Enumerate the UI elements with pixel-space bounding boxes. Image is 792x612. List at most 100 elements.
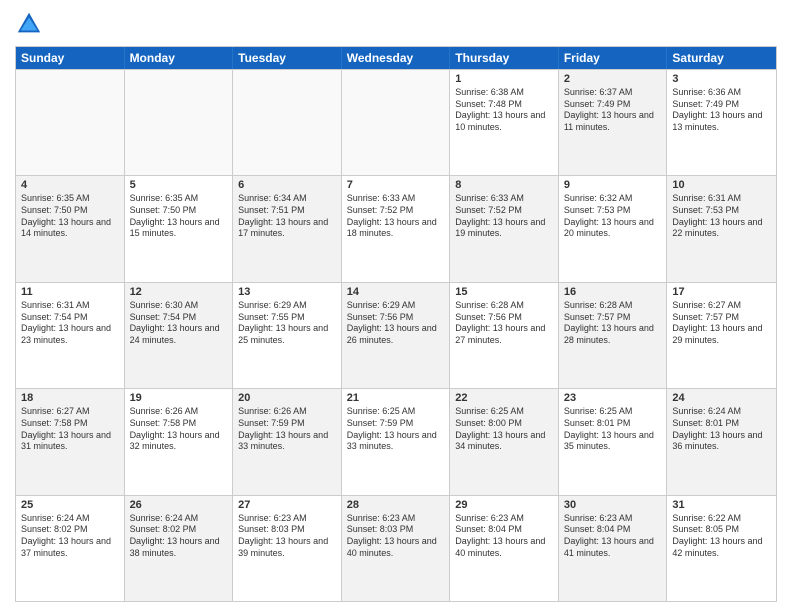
calendar-cell: 29 Sunrise: 6:23 AMSunset: 8:04 PMDayligh… [450,496,559,601]
calendar-cell: 6 Sunrise: 6:34 AMSunset: 7:51 PMDaylight… [233,176,342,281]
calendar-cell: 24 Sunrise: 6:24 AMSunset: 8:01 PMDayligh… [667,389,776,494]
calendar-cell: 19 Sunrise: 6:26 AMSunset: 7:58 PMDayligh… [125,389,234,494]
day-number: 17 [672,286,771,298]
weekday-header-friday: Friday [559,47,668,69]
cell-info: Sunrise: 6:36 AMSunset: 7:49 PMDaylight:… [672,87,771,134]
calendar-cell: 23 Sunrise: 6:25 AMSunset: 8:01 PMDayligh… [559,389,668,494]
day-number: 23 [564,392,662,404]
calendar-cell [233,70,342,175]
day-number: 12 [130,286,228,298]
cell-info: Sunrise: 6:31 AMSunset: 7:53 PMDaylight:… [672,193,771,240]
day-number: 19 [130,392,228,404]
weekday-header-wednesday: Wednesday [342,47,451,69]
calendar-cell: 18 Sunrise: 6:27 AMSunset: 7:58 PMDayligh… [16,389,125,494]
page: SundayMondayTuesdayWednesdayThursdayFrid… [0,0,792,612]
cell-info: Sunrise: 6:23 AMSunset: 8:04 PMDaylight:… [455,513,553,560]
day-number: 27 [238,499,336,511]
calendar-cell: 5 Sunrise: 6:35 AMSunset: 7:50 PMDaylight… [125,176,234,281]
calendar-cell [16,70,125,175]
day-number: 14 [347,286,445,298]
day-number: 29 [455,499,553,511]
weekday-header-tuesday: Tuesday [233,47,342,69]
cell-info: Sunrise: 6:27 AMSunset: 7:58 PMDaylight:… [21,406,119,453]
calendar-cell: 31 Sunrise: 6:22 AMSunset: 8:05 PMDayligh… [667,496,776,601]
day-number: 15 [455,286,553,298]
logo-icon [15,10,43,38]
day-number: 26 [130,499,228,511]
weekday-header-monday: Monday [125,47,234,69]
cell-info: Sunrise: 6:30 AMSunset: 7:54 PMDaylight:… [130,300,228,347]
day-number: 25 [21,499,119,511]
calendar-cell: 30 Sunrise: 6:23 AMSunset: 8:04 PMDayligh… [559,496,668,601]
cell-info: Sunrise: 6:28 AMSunset: 7:57 PMDaylight:… [564,300,662,347]
cell-info: Sunrise: 6:26 AMSunset: 7:58 PMDaylight:… [130,406,228,453]
day-number: 24 [672,392,771,404]
calendar-header: SundayMondayTuesdayWednesdayThursdayFrid… [16,47,776,69]
day-number: 16 [564,286,662,298]
day-number: 5 [130,179,228,191]
calendar-cell: 8Sunrise: 6:33 AMSunset: 7:52 PMDaylight… [450,176,559,281]
day-number: 22 [455,392,553,404]
calendar-cell: 13Sunrise: 6:29 AMSunset: 7:55 PMDayligh… [233,283,342,388]
cell-info: Sunrise: 6:23 AMSunset: 8:03 PMDaylight:… [238,513,336,560]
calendar-cell: 3 Sunrise: 6:36 AMSunset: 7:49 PMDaylight… [667,70,776,175]
day-number: 30 [564,499,662,511]
calendar-cell: 22 Sunrise: 6:25 AMSunset: 8:00 PMDayligh… [450,389,559,494]
day-number: 1 [455,73,553,85]
calendar-cell: 27 Sunrise: 6:23 AMSunset: 8:03 PMDayligh… [233,496,342,601]
cell-info: Sunrise: 6:25 AMSunset: 7:59 PMDaylight:… [347,406,445,453]
day-number: 10 [672,179,771,191]
cell-info: Sunrise: 6:23 AMSunset: 8:03 PMDaylight:… [347,513,445,560]
cell-info: Sunrise: 6:32 AMSunset: 7:53 PMDaylight:… [564,193,662,240]
calendar-body: 1 Sunrise: 6:38 AMSunset: 7:48 PMDaylight… [16,69,776,601]
cell-info: Sunrise: 6:35 AMSunset: 7:50 PMDaylight:… [130,193,228,240]
day-number: 28 [347,499,445,511]
calendar-cell: 15Sunrise: 6:28 AMSunset: 7:56 PMDayligh… [450,283,559,388]
logo [15,10,47,38]
cell-info: Sunrise: 6:29 AMSunset: 7:55 PMDaylight:… [238,300,336,347]
calendar-cell [125,70,234,175]
cell-info: Sunrise: 6:25 AMSunset: 8:00 PMDaylight:… [455,406,553,453]
cell-info: Sunrise: 6:26 AMSunset: 7:59 PMDaylight:… [238,406,336,453]
cell-info: Sunrise: 6:38 AMSunset: 7:48 PMDaylight:… [455,87,553,134]
day-number: 18 [21,392,119,404]
calendar: SundayMondayTuesdayWednesdayThursdayFrid… [15,46,777,602]
calendar-row-3: 18 Sunrise: 6:27 AMSunset: 7:58 PMDayligh… [16,388,776,494]
day-number: 4 [21,179,119,191]
calendar-cell: 7Sunrise: 6:33 AMSunset: 7:52 PMDaylight… [342,176,451,281]
cell-info: Sunrise: 6:22 AMSunset: 8:05 PMDaylight:… [672,513,771,560]
cell-info: Sunrise: 6:24 AMSunset: 8:02 PMDaylight:… [130,513,228,560]
calendar-cell: 25 Sunrise: 6:24 AMSunset: 8:02 PMDayligh… [16,496,125,601]
calendar-cell: 28 Sunrise: 6:23 AMSunset: 8:03 PMDayligh… [342,496,451,601]
calendar-cell: 17Sunrise: 6:27 AMSunset: 7:57 PMDayligh… [667,283,776,388]
calendar-cell: 20 Sunrise: 6:26 AMSunset: 7:59 PMDayligh… [233,389,342,494]
calendar-cell: 12 Sunrise: 6:30 AMSunset: 7:54 PMDayligh… [125,283,234,388]
day-number: 31 [672,499,771,511]
weekday-header-thursday: Thursday [450,47,559,69]
calendar-row-0: 1 Sunrise: 6:38 AMSunset: 7:48 PMDaylight… [16,69,776,175]
cell-info: Sunrise: 6:33 AMSunset: 7:52 PMDaylight:… [455,193,553,240]
day-number: 11 [21,286,119,298]
day-number: 3 [672,73,771,85]
cell-info: Sunrise: 6:34 AMSunset: 7:51 PMDaylight:… [238,193,336,240]
day-number: 21 [347,392,445,404]
cell-info: Sunrise: 6:37 AMSunset: 7:49 PMDaylight:… [564,87,662,134]
cell-info: Sunrise: 6:24 AMSunset: 8:01 PMDaylight:… [672,406,771,453]
day-number: 9 [564,179,662,191]
day-number: 2 [564,73,662,85]
calendar-cell: 21 Sunrise: 6:25 AMSunset: 7:59 PMDayligh… [342,389,451,494]
calendar-cell: 1 Sunrise: 6:38 AMSunset: 7:48 PMDaylight… [450,70,559,175]
calendar-row-2: 11Sunrise: 6:31 AMSunset: 7:54 PMDayligh… [16,282,776,388]
cell-info: Sunrise: 6:24 AMSunset: 8:02 PMDaylight:… [21,513,119,560]
calendar-row-1: 4 Sunrise: 6:35 AMSunset: 7:50 PMDaylight… [16,175,776,281]
calendar-cell: 26 Sunrise: 6:24 AMSunset: 8:02 PMDayligh… [125,496,234,601]
calendar-cell [342,70,451,175]
cell-info: Sunrise: 6:29 AMSunset: 7:56 PMDaylight:… [347,300,445,347]
day-number: 6 [238,179,336,191]
day-number: 20 [238,392,336,404]
cell-info: Sunrise: 6:23 AMSunset: 8:04 PMDaylight:… [564,513,662,560]
calendar-cell: 2 Sunrise: 6:37 AMSunset: 7:49 PMDaylight… [559,70,668,175]
cell-info: Sunrise: 6:25 AMSunset: 8:01 PMDaylight:… [564,406,662,453]
cell-info: Sunrise: 6:33 AMSunset: 7:52 PMDaylight:… [347,193,445,240]
calendar-cell: 14 Sunrise: 6:29 AMSunset: 7:56 PMDayligh… [342,283,451,388]
